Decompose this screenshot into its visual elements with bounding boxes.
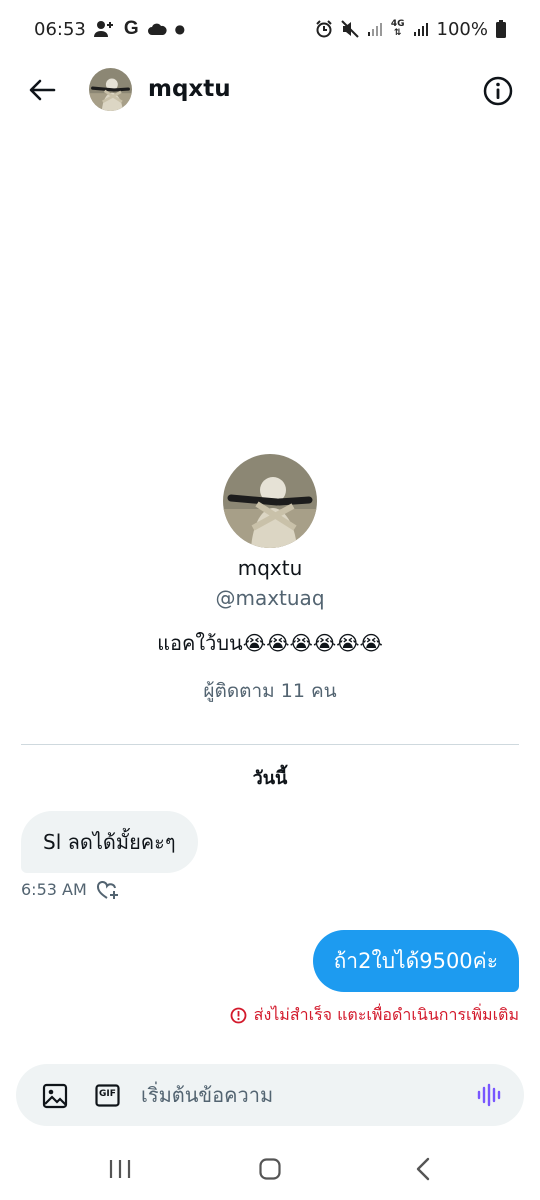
nav-back-icon: [416, 1157, 430, 1181]
add-gif-button[interactable]: GIF: [95, 1084, 120, 1107]
profile-handle[interactable]: @maxtuaq: [0, 586, 540, 610]
message-input[interactable]: [141, 1080, 441, 1110]
home-button[interactable]: [258, 1157, 282, 1181]
mute-icon: [341, 20, 359, 38]
notification-dot-icon: ●: [174, 22, 186, 36]
recent-apps-icon: [109, 1160, 131, 1178]
send-failed-text: ส่งไม่สำเร็จ แตะเพื่อดำเนินการเพิ่มเติม: [253, 1005, 519, 1024]
add-reaction-button[interactable]: [96, 879, 120, 901]
sent-message-bubble[interactable]: ถ้า2ใบได้9500ค่ะ: [312, 930, 519, 992]
sent-message-text: ถ้า2ใบได้9500ค่ะ: [333, 948, 498, 973]
profile-bio: แอคใว้บน😭😭😭😭😭😭: [157, 631, 383, 655]
home-icon: [259, 1158, 281, 1180]
google-icon: G: [123, 18, 139, 39]
back-arrow-icon: [29, 79, 56, 101]
image-icon: [42, 1083, 68, 1109]
nav-back-button[interactable]: [414, 1156, 432, 1182]
header-avatar[interactable]: [89, 68, 132, 111]
info-button[interactable]: [481, 74, 515, 108]
recent-apps-button[interactable]: [108, 1158, 132, 1180]
send-failed-notice[interactable]: ส่งไม่สำเร็จ แตะเพื่อดำเนินการเพิ่มเติม: [230, 1003, 519, 1028]
message-timestamp: 6:53 AM: [21, 880, 87, 899]
status-bar: 06:53 G ● 4G ⇅ 100%: [0, 0, 540, 58]
header-username[interactable]: mqxtu: [148, 76, 231, 102]
conversation-header: mqxtu: [0, 58, 540, 124]
voice-message-button[interactable]: [477, 1083, 503, 1107]
battery-icon: [496, 20, 506, 38]
add-reaction-icon: [97, 880, 118, 899]
gif-label: GIF: [99, 1089, 116, 1099]
add-image-button[interactable]: [42, 1083, 68, 1109]
received-message-text: Sl ลดได้มั้ยคะๆ: [43, 830, 176, 854]
received-message-bubble[interactable]: Sl ลดได้มั้ยคะๆ: [21, 811, 198, 873]
alarm-icon: [315, 20, 333, 38]
profile-name[interactable]: mqxtu: [0, 556, 540, 580]
signal-icon: [367, 21, 383, 37]
error-icon: [230, 1007, 247, 1024]
profile-avatar[interactable]: [223, 454, 317, 548]
date-separator: วันนี้: [252, 768, 288, 789]
battery-percent: 100%: [436, 18, 488, 40]
person-add-icon: [93, 20, 116, 38]
divider: [21, 744, 519, 745]
system-nav-bar: [0, 1134, 540, 1200]
cloud-icon: [147, 21, 167, 37]
back-button[interactable]: [26, 74, 58, 106]
signal-2-icon: [413, 21, 429, 37]
status-time: 06:53: [34, 18, 86, 40]
profile-followers[interactable]: ผู้ติดตาม 11 คน: [0, 676, 540, 706]
message-composer: GIF: [16, 1064, 524, 1126]
info-icon: [483, 76, 513, 106]
network-4g-icon: 4G ⇅: [390, 19, 405, 38]
voice-icon: [477, 1083, 501, 1107]
